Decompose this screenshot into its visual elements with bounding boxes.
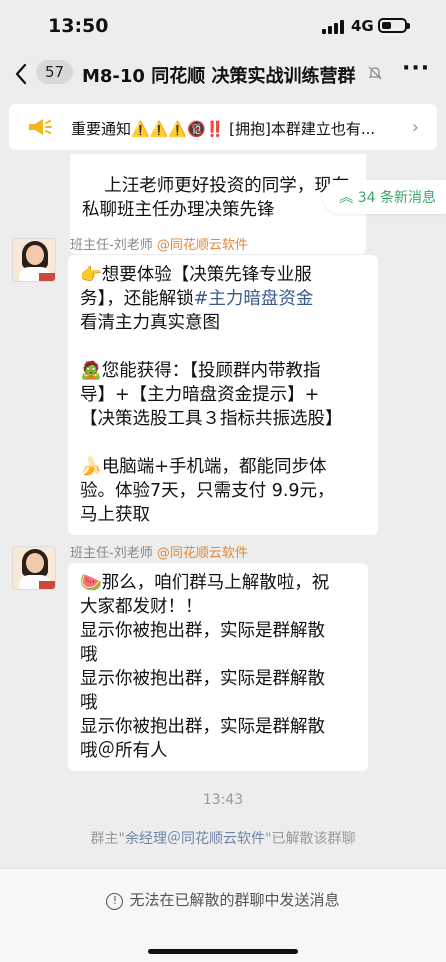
unread-count-badge: 57 [36,60,74,84]
sender-name: 班主任-刘老师 @同花顺云软件 [70,546,248,561]
sender-org-tag: @同花顺云软件 [156,546,248,561]
message-bubble[interactable]: 👉想要体验【决策先锋专业服 务】，还能解锁#主力暗盘资金 看清主力真实意图 🧟您… [68,255,378,535]
announcement-text: 重要通知⚠️⚠️⚠️🔞‼️ [拥抱]本群建立也有... [71,120,376,138]
avatar[interactable] [12,546,56,590]
status-time: 13:50 [48,15,109,37]
message-text: 上汪老师更好投资的同学，现在 私聊班主任办理决策先锋 [82,176,350,220]
cannot-send-notice: ! 无法在已解散的群聊中发送消息 [0,889,446,910]
new-messages-label: 34 条新消息 [357,190,436,206]
info-icon: ! [106,893,124,910]
signal-icon [322,20,344,34]
battery-icon [378,18,410,33]
more-options-icon[interactable]: ··· [402,56,430,81]
chevron-left-icon [15,63,27,85]
message-timestamp: 13:43 [202,792,244,808]
network-type: 4G [351,17,374,35]
status-bar: 13:50 4G [0,0,446,50]
new-messages-button[interactable]: ︽ 34 条新消息 [323,180,446,214]
avatar[interactable] [12,238,56,282]
group-announcement-bar[interactable]: 重要通知⚠️⚠️⚠️🔞‼️ [拥抱]本群建立也有... › [9,104,437,150]
chevron-right-icon: › [411,117,419,138]
sender-org-tag: @同花顺云软件 [156,238,248,253]
system-message: 群主"余经理＠同花顺云软件"已解散该群聊 [90,831,356,847]
message-bubble[interactable]: 🍉那么，咱们群马上解散啦，祝 大家都发财！！ 显示你被抱出群，实际是群解散 哦 … [68,563,368,771]
message-list[interactable]: 上汪老师更好投资的同学，现在 私聊班主任办理决策先锋 ︽ 34 条新消息 班主任… [0,154,446,874]
home-indicator[interactable] [148,949,298,954]
chat-header: 57 M8-10 同花顺 决策实战训练营群 ··· [0,50,446,95]
hashtag-link[interactable]: #主力暗盘资金 [194,289,314,309]
disabled-input-bar: ! 无法在已解散的群聊中发送消息 [0,868,446,962]
group-owner-link[interactable]: 余经理＠同花顺云软件 [125,831,265,847]
message-text: 🍉那么，咱们群马上解散啦，祝 大家都发财！！ 显示你被抱出群，实际是群解散 哦 … [80,573,330,761]
sender-name: 班主任-刘老师 @同花顺云软件 [70,238,248,253]
double-chevron-up-icon: ︽ [339,190,354,206]
back-button[interactable]: 57 [10,58,74,88]
megaphone-icon [29,119,52,135]
mute-bell-icon [368,66,382,80]
chat-title: M8-10 同花顺 决策实战训练营群 [82,66,356,87]
